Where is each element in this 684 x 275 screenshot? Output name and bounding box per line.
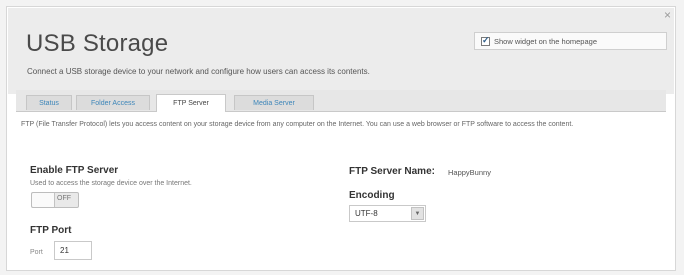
ftp-intro-text: FTP (File Transfer Protocol) lets you ac… <box>21 121 574 128</box>
toggle-state-text: OFF <box>57 195 71 202</box>
toggle-knob <box>32 193 55 207</box>
page-subtitle: Connect a USB storage device to your net… <box>27 67 370 76</box>
ftp-port-heading: FTP Port <box>30 225 72 236</box>
show-widget-option[interactable]: Show widget on the homepage <box>474 32 667 50</box>
show-widget-checkbox[interactable] <box>481 35 490 46</box>
panel-header: USB Storage Connect a USB storage device… <box>8 8 674 94</box>
chevron-down-icon[interactable]: ▼ <box>411 207 424 220</box>
encoding-select[interactable]: UTF-8 ▼ <box>349 205 426 222</box>
show-widget-label: Show widget on the homepage <box>494 36 597 46</box>
close-icon[interactable]: × <box>664 9 671 21</box>
page-title: USB Storage <box>26 30 169 57</box>
ftp-server-name-value: HappyBunny <box>448 168 491 177</box>
encoding-selected-value: UTF-8 <box>355 209 378 218</box>
enable-ftp-label: Enable FTP Server <box>30 165 119 176</box>
port-label: Port <box>30 249 43 256</box>
tab-bar: Status Folder Access FTP Server Media Se… <box>16 90 666 112</box>
tab-media-server[interactable]: Media Server <box>234 95 314 110</box>
tab-folder-access[interactable]: Folder Access <box>76 95 150 110</box>
tab-ftp-server[interactable]: FTP Server <box>156 94 226 112</box>
enable-ftp-helper: Used to access the storage device over t… <box>30 180 192 187</box>
ftp-server-name-label: FTP Server Name: <box>349 166 435 177</box>
port-input[interactable] <box>54 241 92 260</box>
encoding-label: Encoding <box>349 190 395 201</box>
usb-storage-panel: USB Storage Connect a USB storage device… <box>6 6 676 271</box>
ftp-toggle[interactable]: OFF <box>31 192 79 208</box>
tab-status[interactable]: Status <box>26 95 72 110</box>
